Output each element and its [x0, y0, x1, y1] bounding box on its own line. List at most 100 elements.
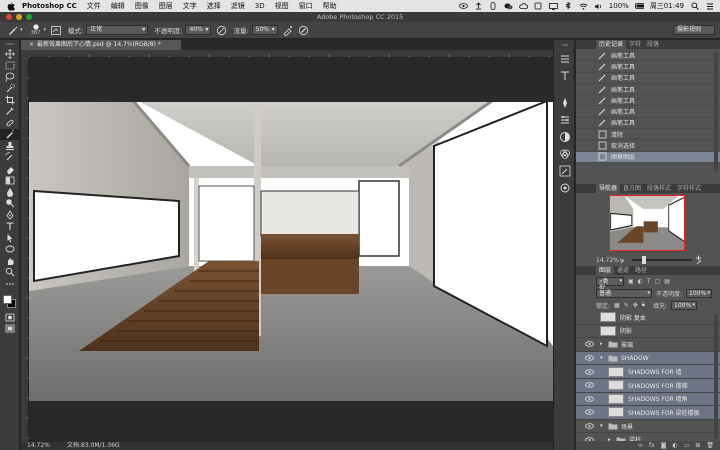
- layer-visibility-icon[interactable]: [582, 355, 596, 361]
- document-canvas[interactable]: [29, 96, 553, 401]
- healing-brush-tool-icon[interactable]: [0, 117, 20, 129]
- history-item[interactable]: 画笔工具: [576, 61, 720, 73]
- spotlight-icon[interactable]: [690, 2, 699, 10]
- brush-size-picker[interactable]: 367: [29, 24, 43, 36]
- cloud-icon[interactable]: [519, 2, 528, 10]
- channels-panel-icon[interactable]: [554, 145, 576, 162]
- filter-smart-icon[interactable]: ▤: [664, 278, 670, 285]
- zoom-out-icon[interactable]: [620, 256, 628, 264]
- lock-position-icon[interactable]: ✥: [633, 302, 638, 309]
- bluetooth-icon[interactable]: [564, 2, 573, 10]
- layer-visibility-icon[interactable]: [582, 396, 596, 402]
- character-panel-icon[interactable]: [554, 67, 576, 84]
- menu-layer[interactable]: 图层: [159, 1, 173, 11]
- pressure-opacity-icon[interactable]: [215, 24, 227, 36]
- zoom-tool-icon[interactable]: [0, 267, 20, 279]
- lasso-tool-icon[interactable]: [0, 71, 20, 83]
- lock-transparent-icon[interactable]: ▦: [614, 302, 620, 309]
- blur-tool-icon[interactable]: [0, 186, 20, 198]
- layer-visibility-icon[interactable]: [582, 341, 596, 348]
- add-mask-icon[interactable]: ◙: [661, 441, 667, 450]
- path-selection-tool-icon[interactable]: [0, 232, 20, 244]
- menu-filter[interactable]: 滤镜: [231, 1, 245, 11]
- menu-view[interactable]: 视图: [275, 1, 289, 11]
- layer-row[interactable]: ▸ 玻璃: [576, 338, 720, 352]
- quick-selection-tool-icon[interactable]: [0, 83, 20, 95]
- marquee-tool-icon[interactable]: [0, 60, 20, 72]
- zoom-level[interactable]: 14.72%: [27, 442, 67, 450]
- type-tool-icon[interactable]: [0, 221, 20, 233]
- dodge-tool-icon[interactable]: [0, 198, 20, 210]
- menu-edit[interactable]: 编辑: [111, 1, 125, 11]
- history-item[interactable]: 图章图层: [576, 151, 720, 163]
- eraser-tool-icon[interactable]: [0, 163, 20, 175]
- tab-navigator[interactable]: 导航器: [596, 184, 621, 193]
- history-scrollbar[interactable]: [714, 52, 718, 172]
- flow-field[interactable]: 50%: [251, 25, 278, 35]
- adjustments-panel-icon[interactable]: [554, 128, 576, 145]
- layer-row[interactable]: SHADOWS FOR 墙角: [576, 392, 720, 407]
- properties-panel-icon[interactable]: [554, 111, 576, 128]
- pressure-size-icon[interactable]: [298, 24, 310, 36]
- workspace-preset-select[interactable]: 摄影规则: [673, 25, 715, 35]
- menu-file[interactable]: 文件: [87, 1, 101, 11]
- hand-tool-icon[interactable]: [0, 255, 20, 267]
- navigator-zoom-thumb[interactable]: [642, 256, 646, 264]
- quick-mask-icon[interactable]: [0, 312, 20, 324]
- zoom-window-button[interactable]: [26, 14, 32, 20]
- vertical-ruler[interactable]: [21, 57, 29, 442]
- document-info[interactable]: 文档:83.0M/1.36G: [67, 442, 120, 450]
- rectangle-tool-icon[interactable]: [0, 244, 20, 256]
- horizontal-ruler[interactable]: [28, 50, 553, 58]
- gradient-tool-icon[interactable]: [0, 175, 20, 187]
- history-panel-icon[interactable]: [554, 50, 576, 67]
- tab-channels[interactable]: 通道: [614, 266, 632, 275]
- volume-icon[interactable]: [594, 2, 603, 10]
- mouse-icon[interactable]: [489, 2, 498, 10]
- wechat-icon[interactable]: [504, 2, 513, 10]
- filter-shape-icon[interactable]: ▢: [655, 278, 661, 285]
- link-layers-icon[interactable]: ∞: [638, 441, 643, 450]
- clone-stamp-tool-icon[interactable]: [0, 140, 20, 152]
- tab-character-styles[interactable]: 字符样式: [674, 184, 704, 193]
- canvas-area[interactable]: [29, 58, 553, 442]
- move-tool-icon[interactable]: [0, 48, 20, 60]
- menu-help[interactable]: 帮助: [323, 1, 337, 11]
- clone-source-icon[interactable]: [554, 179, 576, 196]
- new-layer-icon[interactable]: ⊞: [695, 441, 700, 450]
- tab-character[interactable]: 字符: [626, 40, 644, 49]
- menu-image[interactable]: 图像: [135, 1, 149, 11]
- layer-row[interactable]: ▾ SHADOW: [576, 351, 720, 366]
- document-tab[interactable]: × 最新效果图后下心情.psd @ 14.7%(RGB/8) *: [21, 40, 181, 50]
- pen-tool-icon[interactable]: [0, 209, 20, 221]
- tools-collapse-icon[interactable]: [0, 40, 20, 48]
- layer-visibility-icon[interactable]: [582, 423, 596, 429]
- navigator-preview[interactable]: [609, 195, 685, 251]
- battery-icon[interactable]: [634, 2, 644, 10]
- layers-scrollbar[interactable]: [714, 314, 718, 440]
- filter-type-icon[interactable]: T: [647, 278, 651, 285]
- brush-tool-preset-icon[interactable]: [6, 24, 18, 36]
- history-item[interactable]: 画笔工具: [576, 95, 720, 107]
- menu-type[interactable]: 文字: [183, 1, 197, 11]
- apple-icon[interactable]: [6, 1, 16, 11]
- crop-tool-icon[interactable]: [0, 94, 20, 106]
- filter-pixel-icon[interactable]: ▣: [628, 278, 634, 285]
- layer-visibility-icon[interactable]: [582, 368, 596, 375]
- history-item[interactable]: 清除: [576, 129, 720, 141]
- layer-visibility-icon[interactable]: [582, 382, 596, 388]
- layer-row[interactable]: 阴影: [576, 325, 720, 339]
- history-item[interactable]: 画笔工具: [576, 106, 720, 118]
- menu-3d[interactable]: 3D: [255, 2, 265, 10]
- delete-layer-icon[interactable]: 🗑︎: [706, 441, 714, 450]
- foreground-color-swatch[interactable]: [3, 294, 12, 304]
- display-icon[interactable]: [548, 2, 558, 10]
- menu-extra-icon[interactable]: [534, 2, 543, 10]
- zoom-in-icon[interactable]: [696, 255, 706, 265]
- brush-size-dropdown-icon[interactable]: ▾: [44, 27, 47, 33]
- lock-pixels-icon[interactable]: ✎: [624, 302, 629, 309]
- history-item[interactable]: 画笔工具: [576, 118, 720, 130]
- dock-collapse-icon[interactable]: [554, 40, 576, 50]
- layer-row[interactable]: SHADOWS FOR 墙: [576, 365, 720, 379]
- wifi-icon[interactable]: [579, 2, 588, 10]
